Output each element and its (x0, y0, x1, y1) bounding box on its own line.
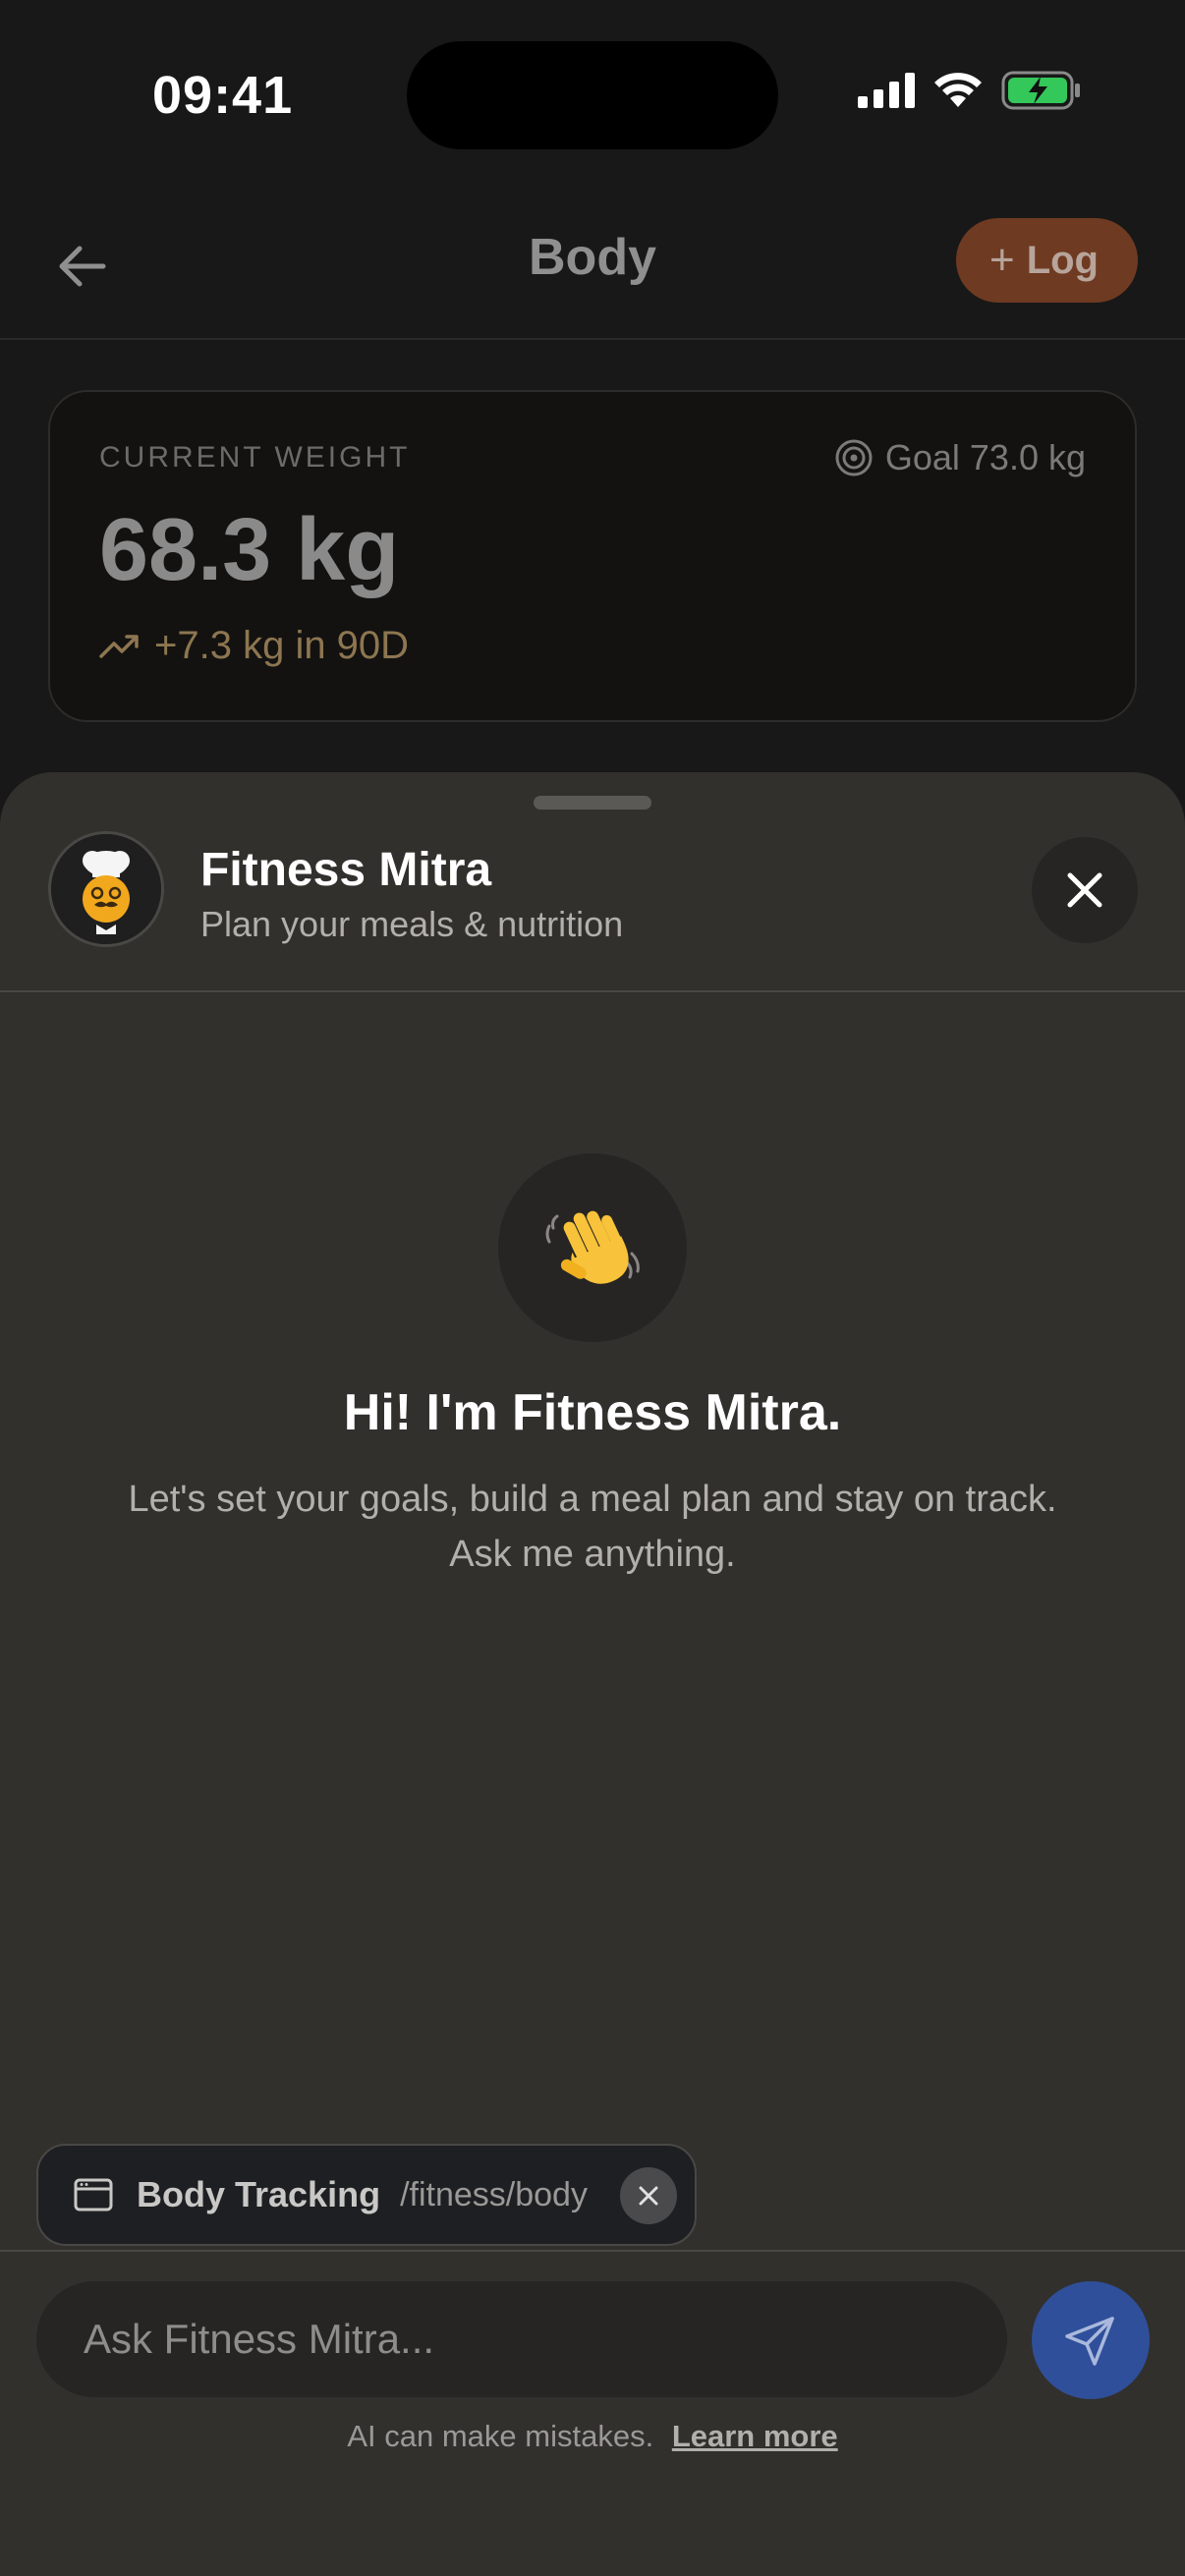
battery-charging-icon (1001, 71, 1080, 110)
plus-icon: + (988, 236, 1015, 284)
status-icons (858, 71, 1082, 110)
cellular-signal-icon (858, 73, 915, 108)
welcome-avatar (498, 1153, 687, 1342)
remove-context-button[interactable] (620, 2167, 677, 2224)
current-weight-value: 68.3 kg (99, 501, 400, 599)
chef-mascot-icon (51, 834, 161, 944)
context-chip-path: /fitness/body (400, 2175, 588, 2213)
ai-disclaimer: AI can make mistakes. Learn more (0, 2419, 1185, 2454)
weight-trend-text: +7.3 kg in 90D (154, 624, 410, 667)
assistant-header: Fitness Mitra Plan your meals & nutritio… (0, 831, 1185, 992)
sheet-grabber[interactable] (534, 796, 651, 810)
chat-input[interactable] (36, 2281, 1007, 2397)
welcome-text: Let's set your goals, build a meal plan … (128, 1479, 1057, 1575)
send-icon (1065, 2317, 1114, 2366)
assistant-avatar (48, 831, 164, 947)
chat-input-area: AI can make mistakes. Learn more (0, 2250, 1185, 2576)
dynamic-island (407, 41, 778, 149)
current-weight-label: CURRENT WEIGHT (99, 441, 411, 474)
close-icon (639, 2186, 658, 2206)
status-time: 09:41 (152, 66, 294, 125)
close-icon (1067, 872, 1102, 908)
weight-trend: +7.3 kg in 90D (99, 624, 409, 668)
waving-hand-icon (545, 1210, 640, 1284)
log-button-label: Log (1026, 238, 1099, 282)
assistant-name: Fitness Mitra (200, 844, 492, 896)
current-weight-card[interactable]: CURRENT WEIGHT Goal 73.0 kg 68.3 kg +7.3… (48, 390, 1137, 722)
trending-up-icon (99, 634, 139, 658)
nav-bar: Body + Log (0, 196, 1185, 340)
goal-weight-text: Goal 73.0 kg (884, 437, 1086, 477)
welcome-title: Hi! I'm Fitness Mitra. (343, 1384, 842, 1441)
context-chip-label: Body Tracking (137, 2174, 381, 2214)
wifi-icon (934, 73, 982, 107)
learn-more-link[interactable]: Learn more (672, 2419, 838, 2453)
context-chip[interactable]: Body Tracking /fitness/body (36, 2144, 697, 2246)
status-bar: 09:41 (0, 0, 1185, 187)
target-icon (835, 439, 873, 476)
goal-weight: Goal 73.0 kg (834, 437, 1086, 478)
send-button[interactable] (1032, 2281, 1150, 2399)
browser-window-icon (74, 2178, 113, 2212)
assistant-sheet: Fitness Mitra Plan your meals & nutritio… (0, 772, 1185, 2576)
close-sheet-button[interactable] (1032, 837, 1138, 943)
disclaimer-text: AI can make mistakes. (347, 2419, 654, 2453)
assistant-subtitle: Plan your meals & nutrition (200, 904, 624, 944)
log-button[interactable]: + Log (955, 218, 1138, 303)
